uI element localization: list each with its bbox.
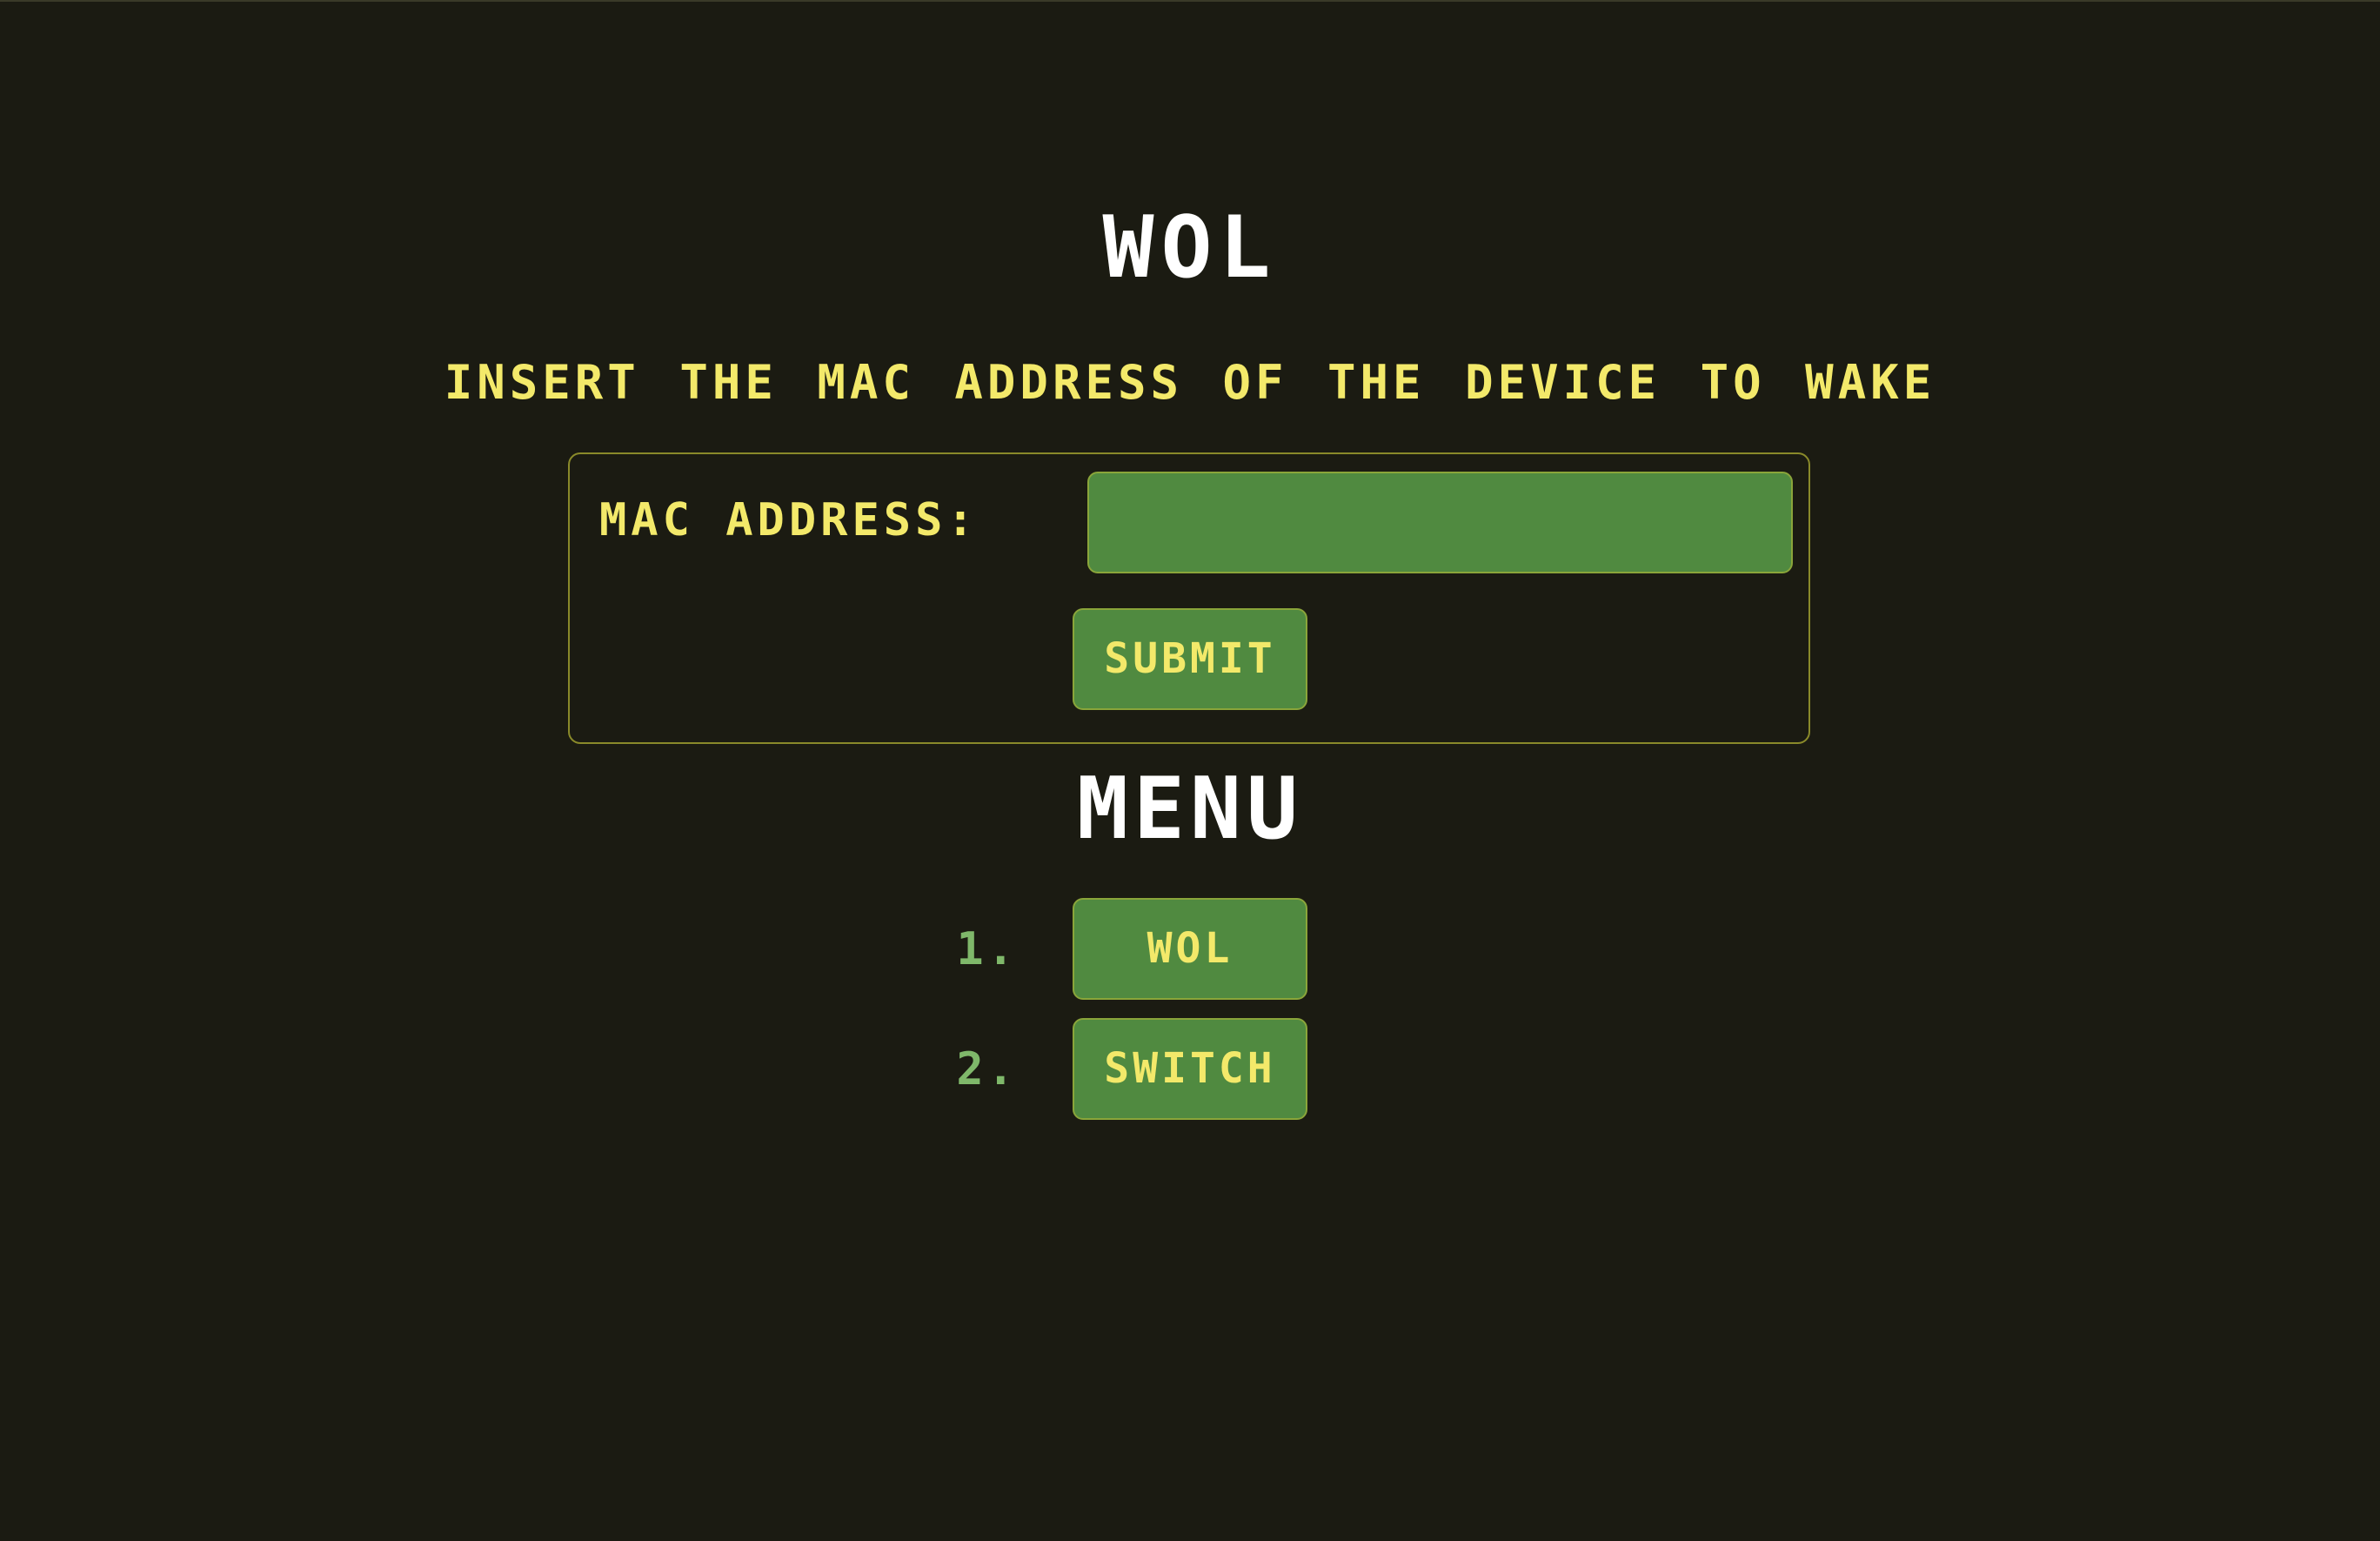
page-title: WOL <box>1102 198 1278 298</box>
menu-item-wol-button[interactable]: WOL <box>1073 898 1307 1000</box>
menu-item-switch-button[interactable]: SWITCH <box>1073 1018 1307 1120</box>
top-border-line <box>0 0 2380 2</box>
menu-title: MENU <box>1076 760 1303 859</box>
menu-item-number: 2. <box>956 1043 1018 1095</box>
menu-item-number: 1. <box>956 923 1018 975</box>
page-subtitle: INSERT THE MAC ADDRESS OF THE DEVICE TO … <box>444 355 1936 410</box>
submit-button[interactable]: SUBMIT <box>1073 608 1307 710</box>
mac-address-label: MAC ADDRESS: <box>599 494 979 546</box>
mac-address-input[interactable] <box>1087 472 1793 573</box>
